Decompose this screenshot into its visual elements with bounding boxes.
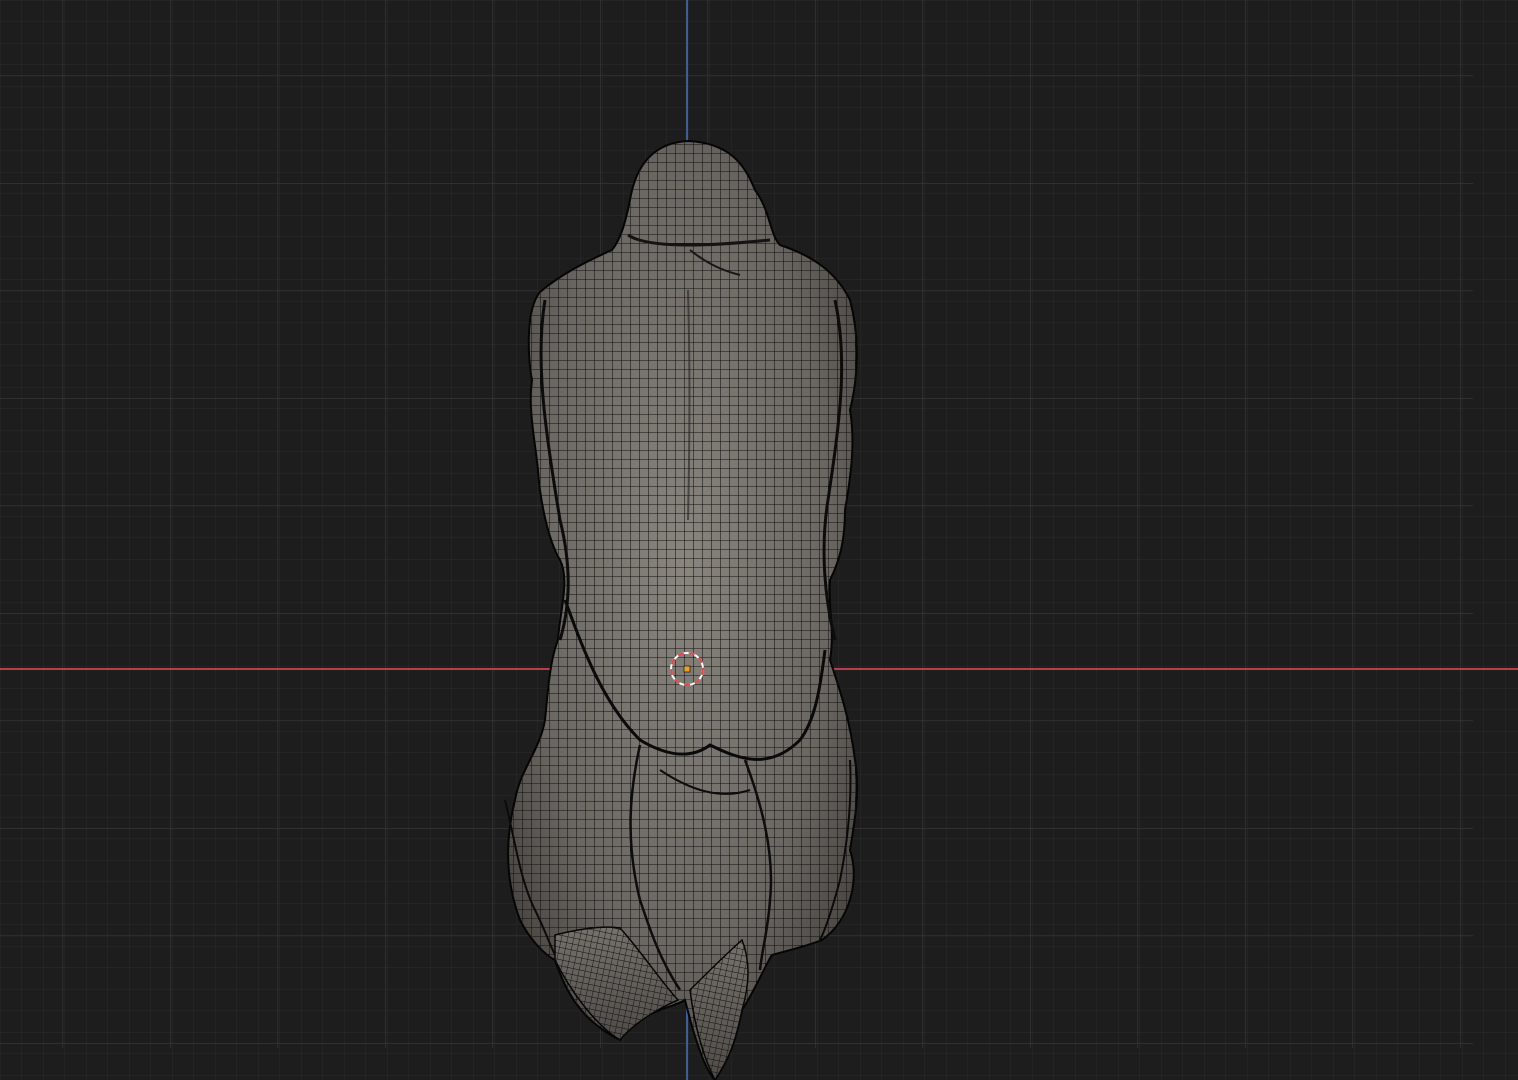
- viewport-canvas[interactable]: [0, 0, 1518, 1080]
- 3d-viewport[interactable]: [0, 0, 1518, 1080]
